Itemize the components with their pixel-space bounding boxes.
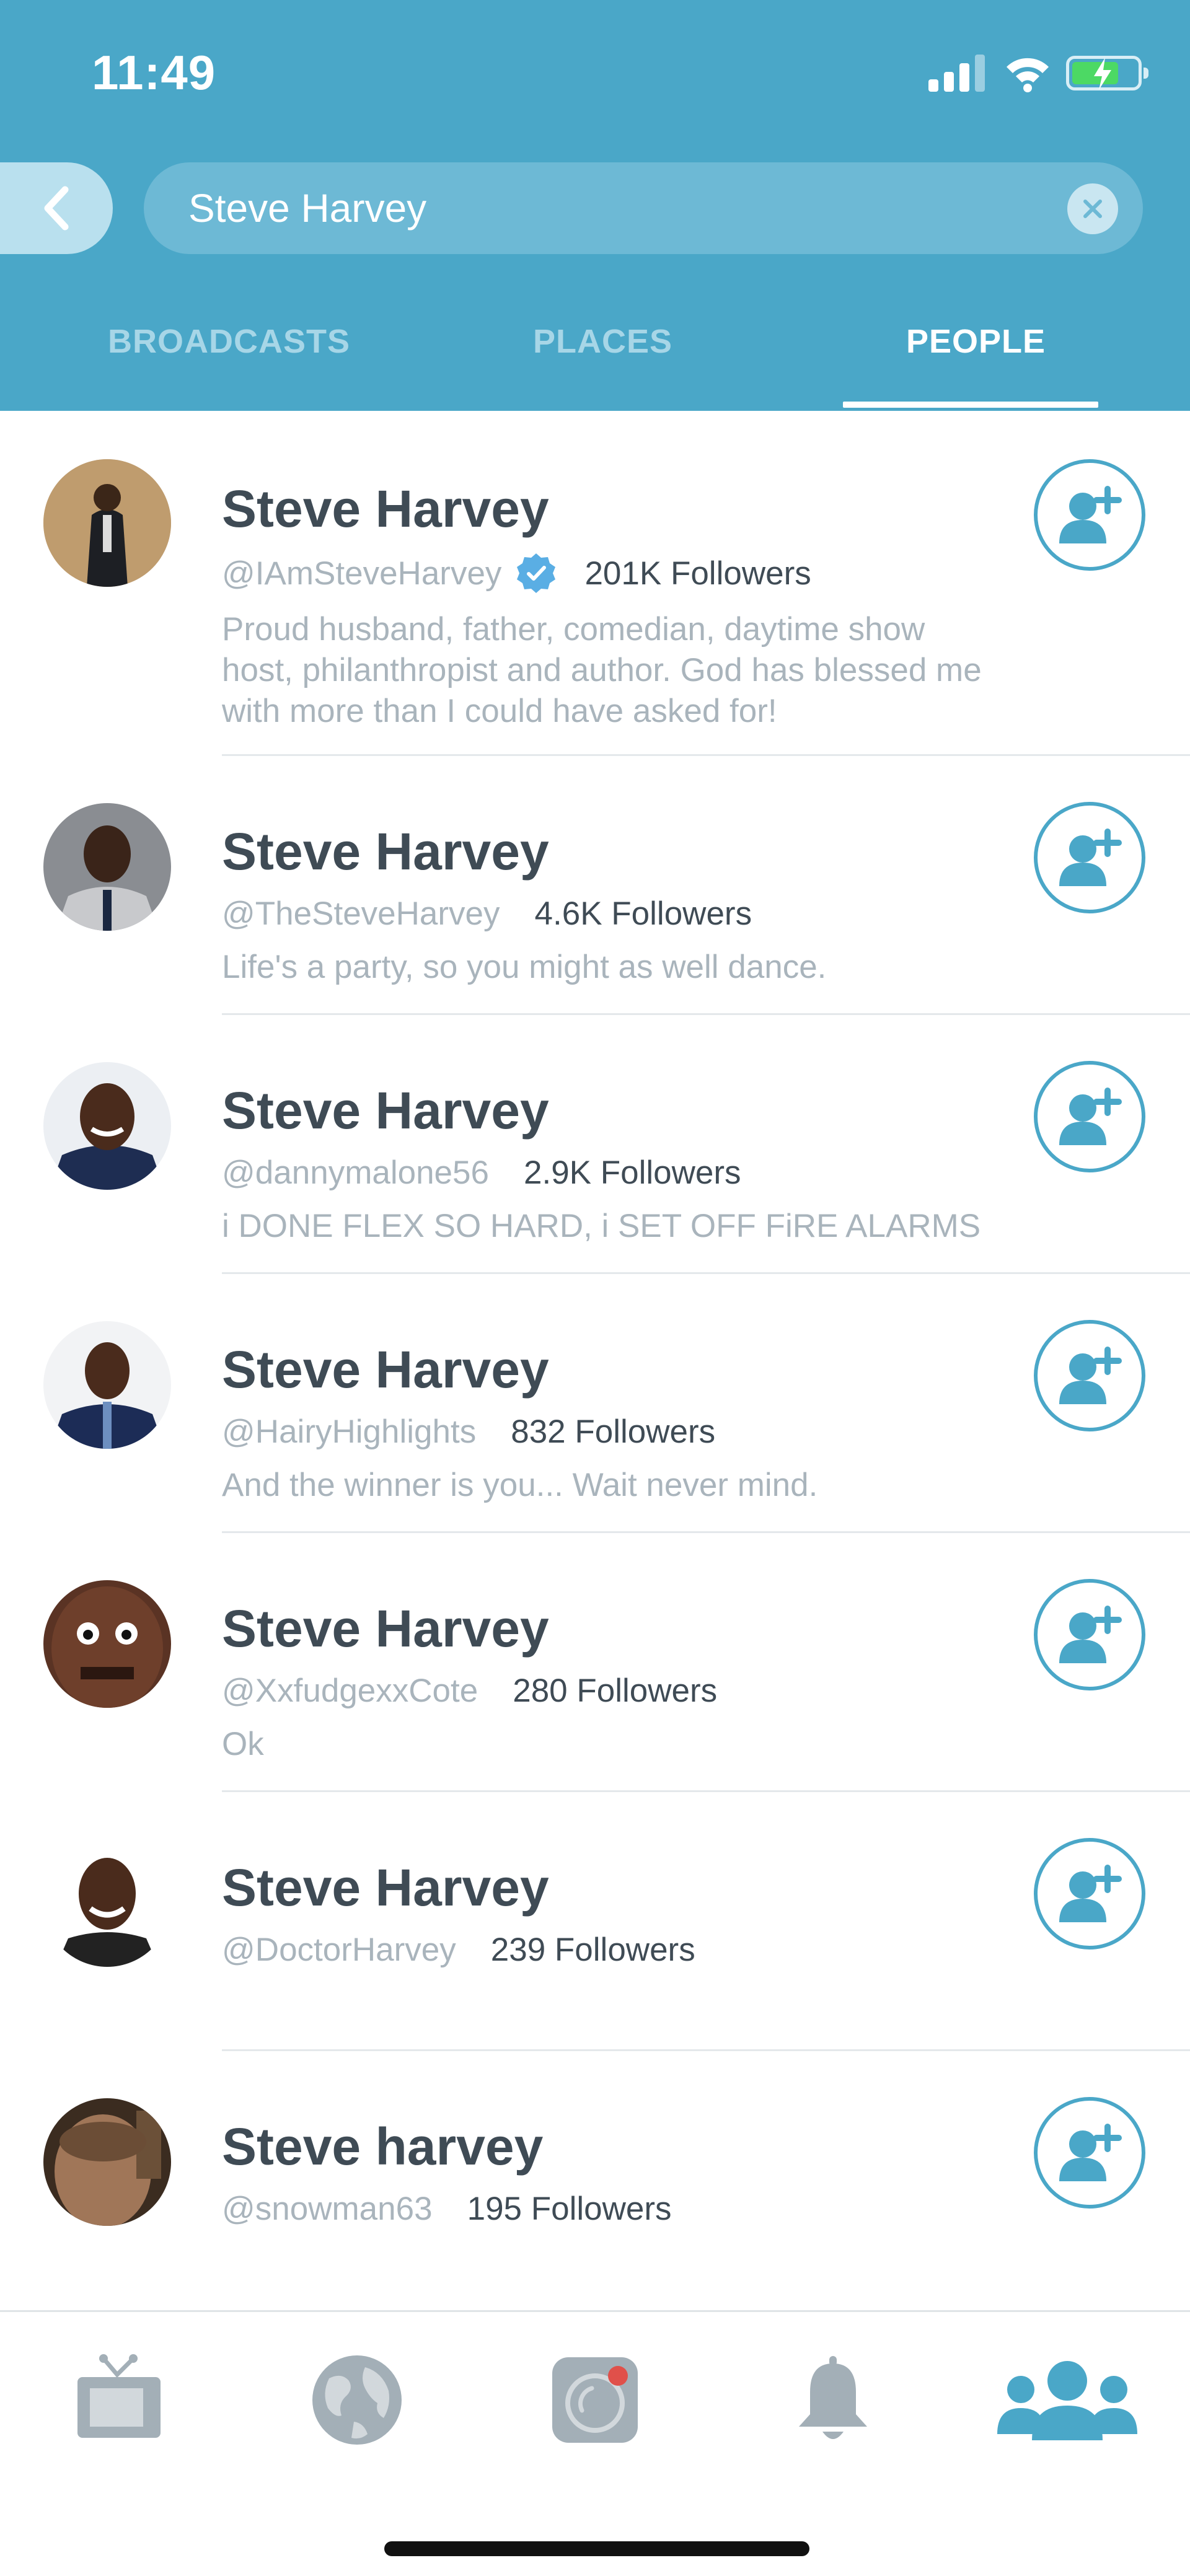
status-time: 11:49 — [92, 45, 216, 100]
list-item[interactable]: Steve Harvey @TheSteveHarvey 4.6K Follow… — [0, 756, 1190, 1015]
bell-icon[interactable] — [777, 2344, 889, 2456]
avatar[interactable] — [43, 1580, 171, 1708]
search-input[interactable] — [188, 162, 1031, 254]
list-item[interactable]: Steve harvey @snowman63 195 Followers — [0, 2051, 1190, 2310]
add-user-icon — [1059, 2124, 1122, 2181]
list-item[interactable]: Steve Harvey @dannymalone56 2.9K Followe… — [0, 1015, 1190, 1274]
follow-button[interactable] — [1034, 1579, 1145, 1690]
list-item[interactable]: Steve Harvey @XxfudgexxCote 280 Follower… — [0, 1533, 1190, 1792]
result-meta: @dannymalone56 2.9K Followers — [222, 1154, 741, 1192]
follow-button[interactable] — [1034, 2097, 1145, 2209]
search-field[interactable] — [144, 162, 1143, 254]
tab-places[interactable]: PLACES — [533, 322, 672, 361]
add-user-icon — [1059, 1865, 1122, 1922]
result-followers: 4.6K Followers — [534, 895, 752, 932]
result-name[interactable]: Steve Harvey — [222, 479, 549, 539]
result-bio: Ok — [222, 1726, 264, 1762]
add-user-icon — [1059, 486, 1122, 543]
avatar[interactable] — [43, 803, 171, 931]
result-followers: 195 Followers — [467, 2191, 672, 2227]
result-name[interactable]: Steve Harvey — [222, 1599, 549, 1659]
tab-people[interactable]: PEOPLE — [906, 322, 1046, 361]
avatar[interactable] — [43, 1839, 171, 1967]
bottom-tab-bar — [0, 2310, 1190, 2576]
tab-broadcasts[interactable]: BROADCASTS — [108, 322, 350, 361]
follow-button[interactable] — [1034, 1061, 1145, 1172]
result-bio: Life's a party, so you might as well dan… — [222, 949, 827, 985]
result-followers: 832 Followers — [511, 1413, 716, 1450]
avatar[interactable] — [43, 459, 171, 587]
result-handle: @XxfudgexxCote — [222, 1673, 478, 1709]
verified-badge-icon — [517, 553, 556, 593]
result-meta: @IAmSteveHarvey 201K Followers — [222, 552, 811, 594]
people-icon[interactable] — [993, 2344, 1142, 2456]
list-item[interactable]: Steve Harvey @IAmSteveHarvey 201K Follow… — [0, 411, 1190, 756]
result-followers: 239 Followers — [490, 1932, 695, 1968]
result-name[interactable]: Steve harvey — [222, 2117, 543, 2177]
clear-search-button[interactable] — [1067, 183, 1118, 234]
add-user-icon — [1059, 1088, 1122, 1145]
header: 11:49 BROADCASTS PLACES PEOPLE — [0, 0, 1190, 411]
add-user-icon — [1059, 1347, 1122, 1404]
active-tab-indicator — [843, 402, 1098, 408]
result-bio: And the winner is you... Wait never mind… — [222, 1467, 818, 1503]
back-button[interactable] — [0, 162, 113, 254]
follow-button[interactable] — [1034, 1838, 1145, 1950]
battery-icon — [1066, 56, 1148, 90]
result-meta: @snowman63 195 Followers — [222, 2190, 672, 2228]
result-name[interactable]: Steve Harvey — [222, 1081, 549, 1141]
result-handle: @TheSteveHarvey — [222, 895, 500, 932]
result-name[interactable]: Steve Harvey — [222, 1858, 549, 1918]
globe-icon[interactable] — [301, 2344, 413, 2456]
wifi-icon — [1007, 58, 1049, 92]
list-item[interactable]: Steve Harvey @DoctorHarvey 239 Followers — [0, 1792, 1190, 2051]
avatar[interactable] — [43, 1062, 171, 1190]
list-item[interactable]: Steve Harvey @HairyHighlights 832 Follow… — [0, 1274, 1190, 1533]
result-followers: 201K Followers — [584, 555, 811, 592]
result-handle: @DoctorHarvey — [222, 1932, 456, 1968]
avatar[interactable] — [43, 2098, 171, 2226]
people-results-list: Steve Harvey @IAmSteveHarvey 201K Follow… — [0, 411, 1190, 2310]
result-followers: 2.9K Followers — [524, 1154, 741, 1191]
follow-button[interactable] — [1034, 459, 1145, 571]
result-name[interactable]: Steve Harvey — [222, 1340, 549, 1400]
avatar[interactable] — [43, 1321, 171, 1449]
chevron-left-icon — [44, 186, 69, 231]
follow-button[interactable] — [1034, 802, 1145, 913]
add-user-icon — [1059, 829, 1122, 886]
result-followers: 280 Followers — [513, 1673, 718, 1709]
follow-button[interactable] — [1034, 1320, 1145, 1431]
result-handle: @HairyHighlights — [222, 1413, 477, 1450]
result-name[interactable]: Steve Harvey — [222, 822, 549, 882]
result-handle: @IAmSteveHarvey — [222, 555, 502, 592]
result-bio: Proud husband, father, comedian, daytime… — [222, 611, 982, 729]
tv-icon[interactable] — [63, 2344, 175, 2456]
result-meta: @XxfudgexxCote 280 Followers — [222, 1672, 717, 1710]
add-user-icon — [1059, 1606, 1122, 1663]
result-meta: @HairyHighlights 832 Followers — [222, 1413, 715, 1451]
result-meta: @DoctorHarvey 239 Followers — [222, 1931, 695, 1969]
result-handle: @snowman63 — [222, 2191, 433, 2227]
close-icon — [1083, 200, 1102, 218]
result-handle: @dannymalone56 — [222, 1154, 489, 1191]
home-indicator — [384, 2541, 809, 2556]
result-bio: i DONE FLEX SO HARD, i SET OFF FiRE ALAR… — [222, 1208, 981, 1244]
result-meta: @TheSteveHarvey 4.6K Followers — [222, 895, 752, 933]
camera-icon[interactable] — [539, 2344, 651, 2456]
cellular-signal-icon — [928, 55, 985, 92]
